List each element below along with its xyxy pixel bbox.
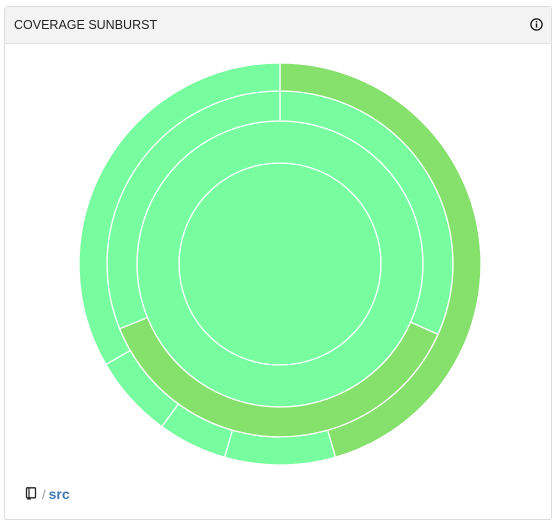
breadcrumb: / src — [25, 485, 70, 503]
sunburst-chart — [78, 62, 482, 466]
sunburst-segment-ring0-0[interactable] — [178, 162, 382, 366]
breadcrumb-separator: / — [42, 486, 46, 502]
repository-icon[interactable] — [25, 487, 38, 501]
breadcrumb-current-src[interactable]: src — [49, 486, 70, 502]
coverage-sunburst-panel: COVERAGE SUNBURST / src — [4, 6, 552, 520]
